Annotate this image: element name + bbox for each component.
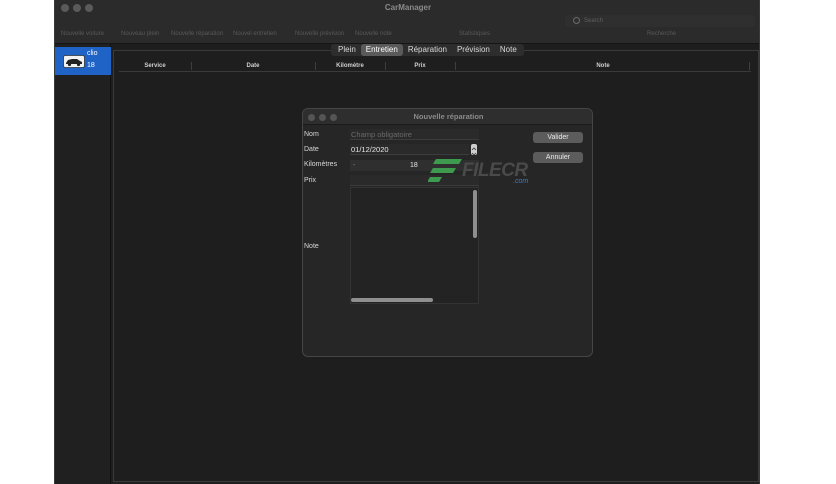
toolbar: Nouvelle voiture Nouveau plein Nouvelle … <box>55 31 759 41</box>
km-minus[interactable]: - <box>353 160 355 171</box>
column-header-price[interactable]: Prix <box>385 60 455 72</box>
column-header-km[interactable]: Kilomètre <box>315 60 385 72</box>
new-repair-dialog: Nouvelle réparation Nom Champ obligatoir… <box>302 108 593 357</box>
cancel-button[interactable]: Annuler <box>533 152 583 163</box>
toolbar-search-caption: Recherche <box>647 31 677 37</box>
car-km: 18 <box>87 62 95 69</box>
car-icon <box>63 55 85 68</box>
validate-button[interactable]: Valider <box>533 132 583 143</box>
column-header-service[interactable]: Service <box>119 60 191 72</box>
toolbar-statistics[interactable]: Statistiques <box>459 31 490 37</box>
column-divider <box>749 62 750 70</box>
title-bar: CarManager Search Nouvelle voiture Nouve… <box>55 0 759 44</box>
column-header-date[interactable]: Date <box>191 60 315 72</box>
note-vertical-scrollbar[interactable] <box>473 190 477 238</box>
km-label: Kilomètres <box>304 161 338 168</box>
toolbar-new-car[interactable]: Nouvelle voiture <box>61 31 104 37</box>
table-header: Service Date Kilomètre Prix Note <box>119 60 751 72</box>
toolbar-new-repair[interactable]: Nouvelle réparation <box>171 31 223 37</box>
car-name: clio <box>87 50 98 57</box>
window-title: CarManager <box>384 3 432 12</box>
toolbar-new-forecast[interactable]: Nouvelle prévision <box>295 31 344 37</box>
stepper-arrows-icon <box>471 147 477 156</box>
prix-field[interactable] <box>350 175 479 186</box>
note-label: Note <box>304 243 319 250</box>
date-field[interactable]: 01/12/2020 <box>350 144 469 155</box>
car-sidebar: clio 18 <box>55 44 111 484</box>
prix-label: Prix <box>304 177 317 184</box>
sidebar-item-car[interactable]: clio 18 <box>55 47 111 75</box>
nom-field[interactable]: Champ obligatoire <box>350 129 479 140</box>
date-stepper[interactable] <box>471 144 477 156</box>
column-header-note[interactable]: Note <box>455 60 751 72</box>
search-placeholder: Search <box>584 18 604 24</box>
search-icon <box>573 16 580 24</box>
note-textarea[interactable] <box>350 187 479 304</box>
toolbar-new-maintenance[interactable]: Nouvel entretien <box>233 31 277 37</box>
toolbar-new-fill[interactable]: Nouveau plein <box>121 31 159 37</box>
search-field[interactable]: Search <box>565 15 755 27</box>
nom-label: Nom <box>304 131 319 138</box>
dialog-title: Nouvelle réparation <box>413 112 484 121</box>
dialog-title-bar: Nouvelle réparation <box>303 109 592 125</box>
km-slider[interactable]: - 18 <box>350 160 479 171</box>
nom-placeholder: Champ obligatoire <box>351 130 412 139</box>
note-horizontal-scrollbar[interactable] <box>351 298 433 302</box>
km-value: 18 <box>410 162 418 169</box>
toolbar-new-note[interactable]: Nouvelle note <box>355 31 392 37</box>
date-label: Date <box>304 146 319 153</box>
